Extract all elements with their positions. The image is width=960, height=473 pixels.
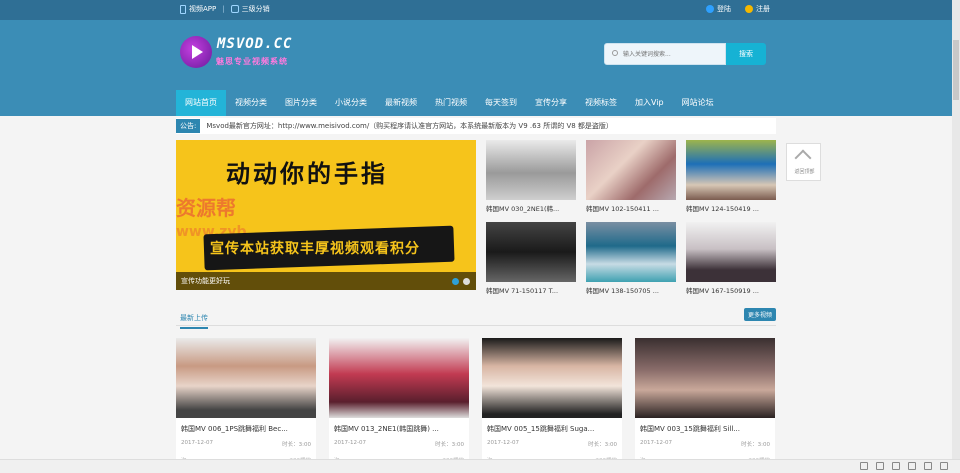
latest-uploads-header: 最新上传 更多视频: [176, 306, 776, 329]
video-meta: 2017-12-07 时长：3:00: [181, 440, 311, 448]
thumbnail-image[interactable]: [686, 140, 776, 200]
thumbnail-title[interactable]: 韩国MV 102-150411 ...: [586, 203, 676, 213]
play-logo-icon: [180, 36, 212, 68]
video-date: 2017-12-07: [487, 440, 519, 446]
nav-item-forum[interactable]: 网站论坛: [673, 90, 723, 116]
login-label: 登陆: [717, 5, 731, 13]
search-input[interactable]: [604, 43, 726, 65]
search-icon: [612, 50, 618, 56]
user-icon: [706, 5, 714, 13]
nav-item-novel-category[interactable]: 小说分类: [326, 90, 376, 116]
chevron-up-icon: [794, 149, 812, 167]
search-button[interactable]: 搜索: [726, 43, 766, 65]
video-meta: 2017-12-07 时长：3:00: [487, 440, 617, 448]
thumbnail-image[interactable]: [486, 140, 576, 200]
back-to-top-label: 返回顶部: [794, 169, 815, 175]
logo-name: MSVOD.CC: [217, 36, 293, 52]
nav-item-latest-videos[interactable]: 最新视频: [376, 90, 426, 116]
banner-caption: 宣传功能更好玩: [176, 272, 476, 290]
login-link[interactable]: 登陆: [706, 4, 731, 14]
watermark: 资源帮: [176, 196, 236, 220]
video-duration: 时长：3:00: [282, 442, 311, 448]
nav-item-hot-videos[interactable]: 热门视频: [426, 90, 476, 116]
more-videos-button[interactable]: 更多视频: [743, 308, 776, 321]
video-card[interactable]: 韩国MV 013_2NE1(韩国跳舞) ... 2017-12-07 时长：3:0…: [329, 338, 469, 473]
nav-item-video-tags[interactable]: 视频标签: [576, 90, 626, 116]
tray-icon[interactable]: [860, 462, 868, 470]
main-nav: 网站首页 视频分类 图片分类 小说分类 最新视频 热门视频 每天签到 宣传分享 …: [0, 90, 960, 116]
logo-slogan: 魅思专业视频系统: [216, 57, 288, 66]
phone-icon: [180, 4, 186, 14]
tray-icon[interactable]: [908, 462, 916, 470]
video-card[interactable]: 韩国MV 005_15跳舞福利 Suga... 2017-12-07 时长：3:0…: [482, 338, 622, 473]
thumbnail-title[interactable]: 韩国MV 030_2NE1(韩...: [486, 203, 576, 213]
thumbnail-image[interactable]: [586, 140, 676, 200]
video-duration: 时长：3:00: [588, 442, 617, 448]
tray-icon[interactable]: [876, 462, 884, 470]
carousel-dot-active[interactable]: [452, 278, 459, 285]
video-meta: 2017-12-07 时长：3:00: [334, 440, 464, 448]
nav-item-promote-share[interactable]: 宣传分享: [526, 90, 576, 116]
video-date: 2017-12-07: [181, 440, 213, 446]
thumbnail-image[interactable]: [686, 222, 776, 282]
register-link[interactable]: 注册: [745, 4, 770, 14]
banner-subline: 宣传本站获取丰厚视频观看积分: [210, 241, 420, 257]
video-title[interactable]: 韩国MV 013_2NE1(韩国跳舞) ...: [334, 424, 464, 434]
thumbnail-title[interactable]: 韩国MV 124-150419 ...: [686, 203, 776, 213]
video-thumbnail[interactable]: [635, 338, 775, 418]
share-icon: [230, 5, 239, 13]
video-title[interactable]: 韩国MV 006_1PS跳舞福利 Bec...: [181, 424, 311, 434]
nav-item-join-vip[interactable]: 加入Vip: [626, 90, 673, 116]
divider: |: [222, 5, 225, 13]
video-thumbnail[interactable]: [176, 338, 316, 418]
share-label: 三级分销: [241, 5, 270, 13]
thumbnail-title[interactable]: 韩国MV 71-150117 T...: [486, 285, 576, 295]
site-logo[interactable]: MSVOD.CC 魅思专业视频系统: [180, 34, 310, 74]
promo-banner[interactable]: 动动你的手指 资源帮 www.zyb 宣传本站获取丰厚视频观看积分 宣传功能更好…: [176, 140, 476, 290]
video-date: 2017-12-07: [334, 440, 366, 446]
scrollbar-thumb[interactable]: [953, 40, 959, 100]
nav-item-image-category[interactable]: 图片分类: [276, 90, 326, 116]
video-thumbnail[interactable]: [482, 338, 622, 418]
search-box: 搜索: [604, 43, 766, 65]
register-label: 注册: [756, 5, 770, 13]
tray-icon[interactable]: [892, 462, 900, 470]
nav-item-daily-checkin[interactable]: 每天签到: [476, 90, 526, 116]
browser-status-bar: [0, 459, 960, 473]
thumbnail-title[interactable]: 韩国MV 138-150705 ...: [586, 285, 676, 295]
video-duration: 时长：3:00: [435, 442, 464, 448]
app-link[interactable]: 视频APP: [180, 4, 216, 14]
video-title[interactable]: 韩国MV 003_15跳舞福利 Sill...: [640, 424, 770, 434]
video-title[interactable]: 韩国MV 005_15跳舞福利 Suga...: [487, 424, 617, 434]
thumbnail-title[interactable]: 韩国MV 167-150919 ...: [686, 285, 776, 295]
announcement-bar: 公告: Msvod最新官方网址：http://www.meisivod.com/…: [176, 118, 776, 134]
tray-icon[interactable]: [924, 462, 932, 470]
app-label: 视频APP: [189, 5, 217, 13]
status-icons: [860, 462, 948, 470]
back-to-top-button[interactable]: 返回顶部: [786, 143, 821, 181]
video-thumbnail[interactable]: [329, 338, 469, 418]
site-header: MSVOD.CC 魅思专业视频系统 搜索: [0, 20, 960, 90]
thumbnail-image[interactable]: [486, 222, 576, 282]
tray-icon[interactable]: [940, 462, 948, 470]
carousel-dot[interactable]: [463, 278, 470, 285]
top-bar: 视频APP | 三级分销 登陆 注册: [0, 0, 960, 20]
announcement-tag: 公告:: [176, 119, 201, 133]
nav-item-video-category[interactable]: 视频分类: [226, 90, 276, 116]
announcement-text[interactable]: Msvod最新官方网址：http://www.meisivod.com/（购买程…: [206, 121, 613, 131]
thumbnail-image[interactable]: [586, 222, 676, 282]
topbar-right: 登陆 注册: [706, 4, 770, 14]
banner-headline: 动动你的手指: [226, 160, 388, 188]
video-date: 2017-12-07: [640, 440, 672, 446]
section-title[interactable]: 最新上传: [180, 313, 208, 329]
topbar-left: 视频APP | 三级分销: [180, 4, 270, 14]
video-duration: 时长：3:00: [741, 442, 770, 448]
video-meta: 2017-12-07 时长：3:00: [640, 440, 770, 448]
nav-item-home[interactable]: 网站首页: [176, 90, 226, 116]
video-card[interactable]: 韩国MV 006_1PS跳舞福利 Bec... 2017-12-07 时长：3:0…: [176, 338, 316, 473]
vertical-scrollbar[interactable]: [952, 0, 960, 473]
register-icon: [745, 5, 753, 13]
video-card[interactable]: 韩国MV 003_15跳舞福利 Sill... 2017-12-07 时长：3:0…: [635, 338, 775, 473]
share-link[interactable]: 三级分销: [230, 4, 270, 14]
